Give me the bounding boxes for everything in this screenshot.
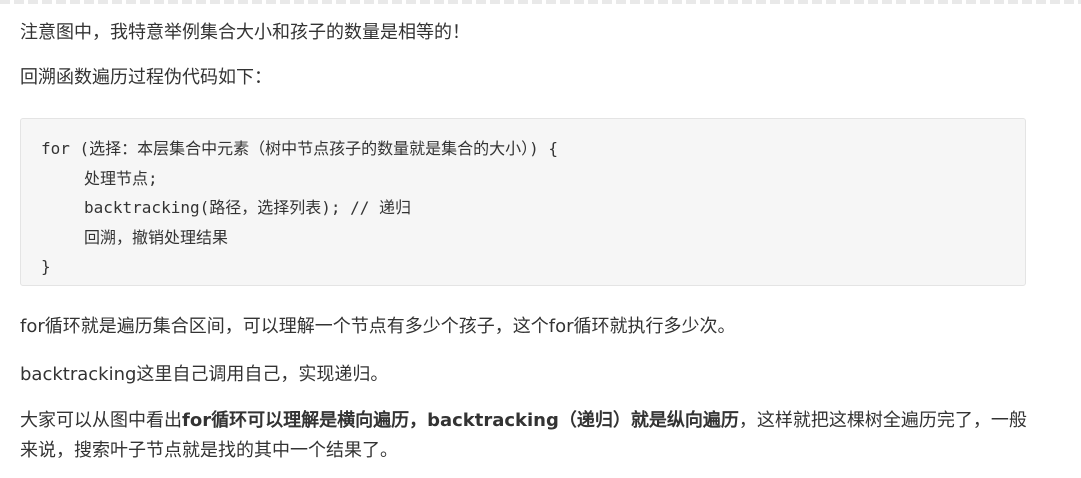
intro-paragraph: 回溯函数遍历过程伪代码如下： (20, 67, 272, 88)
code-line-backtracking: backtracking(路径，选择列表); // 递归 (84, 198, 412, 217)
code-line-for: for (选择：本层集合中元素（树中节点孩子的数量就是集合的大小）) { (41, 139, 559, 158)
code-line-close-brace: } (41, 257, 51, 276)
summary-paragraph: 大家可以从图中看出for循环可以理解是横向遍历，backtracking（递归）… (20, 406, 1030, 466)
summary-prefix: 大家可以从图中看出 (20, 410, 182, 431)
summary-bold-text: for循环可以理解是横向遍历，backtracking（递归）就是纵向遍历 (182, 410, 739, 431)
code-line-undo: 回溯，撤销处理结果 (84, 227, 229, 247)
top-divider (0, 0, 1081, 4)
for-loop-paragraph: for循环就是遍历集合区间，可以理解一个节点有多少个孩子，这个for循环就执行多… (20, 316, 736, 337)
recursion-paragraph: backtracking这里自己调用自己，实现递归。 (20, 364, 389, 385)
code-block: for (选择：本层集合中元素（树中节点孩子的数量就是集合的大小）) { 处理节… (20, 118, 1026, 286)
note-paragraph: 注意图中，我特意举例集合大小和孩子的数量是相等的！ (20, 22, 470, 43)
code-line-process: 处理节点; (84, 168, 158, 188)
